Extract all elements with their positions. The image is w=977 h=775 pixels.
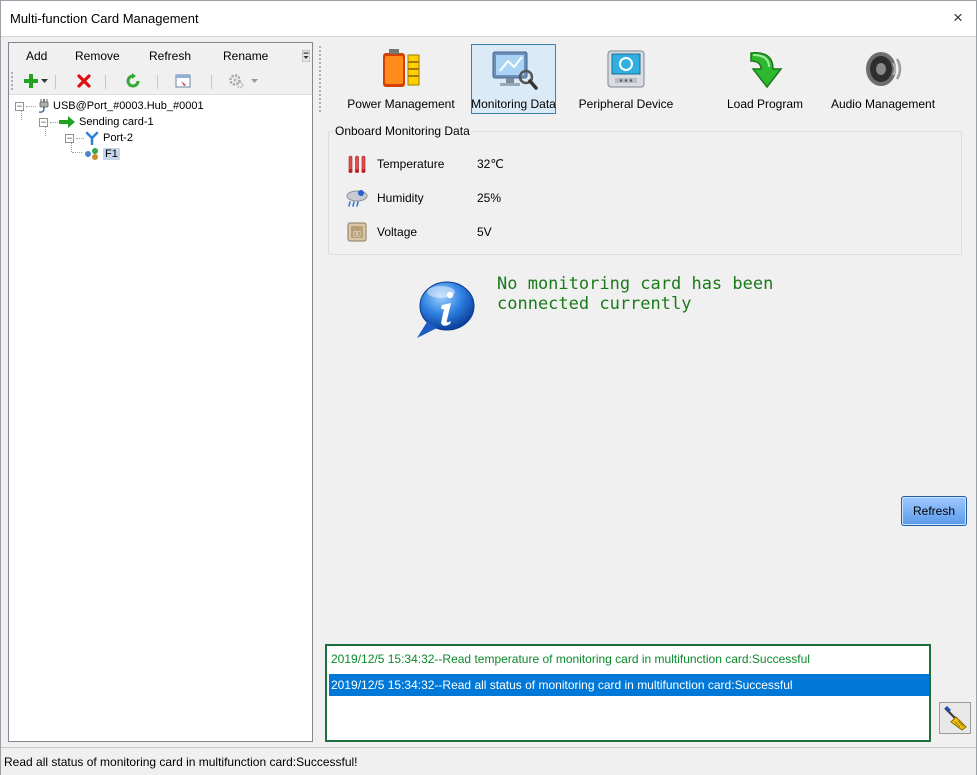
collapse-icon[interactable]: − [39, 117, 48, 127]
peripheral-device-button[interactable]: Peripheral Device [563, 45, 689, 115]
green-arrow-icon [741, 47, 789, 91]
toolbar-grip [11, 72, 13, 90]
toolbar-button-label: Power Management [347, 97, 455, 111]
svg-text:▯▯: ▯▯ [353, 230, 361, 238]
voltage-row: ▯▯ Voltage 5V [345, 221, 492, 243]
load-program-button[interactable]: Load Program [711, 45, 819, 115]
monitor-icon [490, 47, 538, 91]
notice-message: No monitoring card has been connected cu… [497, 274, 877, 314]
menu-overflow-icon[interactable] [302, 50, 310, 62]
group-title: Onboard Monitoring Data [333, 124, 472, 138]
toolbar-button-label: Peripheral Device [578, 97, 674, 111]
monitoring-data-button[interactable]: Monitoring Data [471, 44, 556, 114]
close-icon[interactable]: × [948, 8, 968, 28]
green-arrow-icon [59, 116, 75, 128]
toolbar-separator [157, 75, 158, 89]
clear-log-button[interactable] [939, 702, 971, 734]
tree-node-label: Port-2 [103, 132, 133, 144]
status-bar: Read all status of monitoring card in mu… [1, 747, 976, 775]
delete-x-icon[interactable] [73, 71, 95, 91]
menu-remove[interactable]: Remove [75, 49, 120, 63]
toolbar-grip [319, 46, 321, 112]
tree-node-label: F1 [103, 148, 120, 160]
notice-line: connected currently [497, 294, 692, 314]
notice-line: No monitoring card has been [497, 274, 774, 294]
toolbar-button-label: Monitoring Data [471, 97, 556, 111]
dropdown-arrow-icon[interactable] [39, 71, 49, 91]
menu-refresh[interactable]: Refresh [149, 49, 191, 63]
tree-menu-bar: Add Remove Refresh Rename [9, 43, 312, 67]
collapse-icon[interactable]: − [65, 133, 74, 143]
menu-rename[interactable]: Rename [223, 49, 268, 63]
power-management-button[interactable]: Power Management [337, 45, 465, 115]
toolbar-button-label: Audio Management [830, 97, 936, 111]
tree-node-sending-card[interactable]: − Sending card-1 [39, 114, 154, 130]
monitoring-panel: Onboard Monitoring Data Temperature 32℃ … [319, 118, 974, 742]
window-title: Multi-function Card Management [10, 11, 199, 26]
metric-label: Humidity [377, 191, 424, 205]
settings-gear-icon[interactable] [225, 71, 247, 91]
info-bubble-icon [417, 281, 475, 338]
log-entry[interactable]: 2019/12/5 15:34:32--Read temperature of … [329, 648, 929, 670]
tree-toolbar [9, 67, 312, 95]
collapse-icon[interactable]: − [15, 101, 24, 111]
thermometer-icon [345, 153, 369, 175]
toolbar-separator [55, 75, 56, 89]
dropdown-arrow-icon[interactable] [249, 71, 259, 91]
device-icon [602, 47, 650, 91]
speaker-icon [859, 47, 907, 91]
tree-line [72, 152, 82, 153]
function-toolbar: Power Management Monitoring Data Periphe… [319, 42, 974, 116]
tree-node-port[interactable]: − Port-2 [65, 130, 133, 146]
temperature-row: Temperature 32℃ [345, 153, 504, 175]
toolbar-button-label: Load Program [726, 97, 804, 111]
metric-label: Voltage [377, 225, 418, 239]
device-tree-pane: Add Remove Refresh Rename − USB@Port_#00… [8, 42, 313, 742]
port-icon [85, 131, 99, 145]
device-tree: − USB@Port_#0003.Hub_#0001 − Sending car… [9, 96, 312, 736]
tree-node-card[interactable]: F1 [84, 146, 120, 162]
voltage-icon: ▯▯ [345, 221, 369, 243]
status-text: Read all status of monitoring card in mu… [4, 755, 358, 769]
log-entry-selected[interactable]: 2019/12/5 15:34:32--Read all status of m… [329, 674, 929, 696]
log-list[interactable]: 2019/12/5 15:34:32--Read temperature of … [325, 644, 931, 742]
toolbar-separator [105, 75, 106, 89]
main-window: Multi-function Card Management × Add Rem… [0, 0, 977, 775]
menu-add[interactable]: Add [26, 49, 47, 63]
card-devices-icon [85, 148, 98, 160]
tree-node-label: USB@Port_#0003.Hub_#0001 [53, 100, 204, 112]
toolbar-separator [211, 75, 212, 89]
metric-label: Temperature [377, 157, 445, 171]
humidity-row: Humidity 25% [345, 187, 501, 209]
refresh-button[interactable]: Refresh [901, 496, 967, 526]
rename-icon[interactable] [172, 71, 194, 91]
broom-icon [944, 705, 967, 731]
humidity-cloud-icon [345, 187, 369, 209]
no-card-notice: No monitoring card has been connected cu… [411, 274, 871, 344]
onboard-monitoring-group: Onboard Monitoring Data Temperature 32℃ … [328, 124, 962, 255]
tree-node-label: Sending card-1 [79, 116, 154, 128]
usb-plug-icon [38, 99, 49, 113]
battery-icon [377, 47, 425, 91]
tree-node-usb[interactable]: − USB@Port_#0003.Hub_#0001 [15, 98, 204, 114]
humidity-value: 25% [477, 191, 502, 205]
voltage-value: 5V [477, 225, 492, 239]
audio-management-button[interactable]: Audio Management [819, 45, 947, 115]
title-bar: Multi-function Card Management × [1, 1, 976, 37]
temperature-value: 32℃ [477, 157, 504, 171]
refresh-icon[interactable] [122, 71, 144, 91]
